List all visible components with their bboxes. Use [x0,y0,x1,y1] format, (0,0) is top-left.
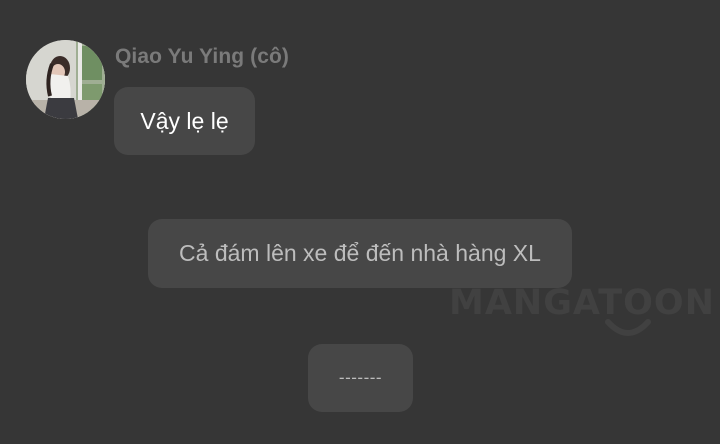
mangatoon-watermark: MANGATOON [449,283,715,323]
narration-text: Cả đám lên xe để đến nhà hàng XL [179,240,541,266]
separator-text: ------- [338,368,383,387]
sender-name: Qiao Yu Ying (cô) [115,45,290,68]
separator-bubble: ------- [308,344,413,412]
profile-photo-icon [26,40,105,119]
sender-avatar[interactable] [26,40,105,119]
narration-bubble: Cả đám lên xe để đến nhà hàng XL [148,219,572,288]
watermark-smile-icon [605,319,651,336]
message-bubble: Vậy lẹ lẹ [114,87,255,155]
message-text: Vậy lẹ lẹ [140,107,229,134]
